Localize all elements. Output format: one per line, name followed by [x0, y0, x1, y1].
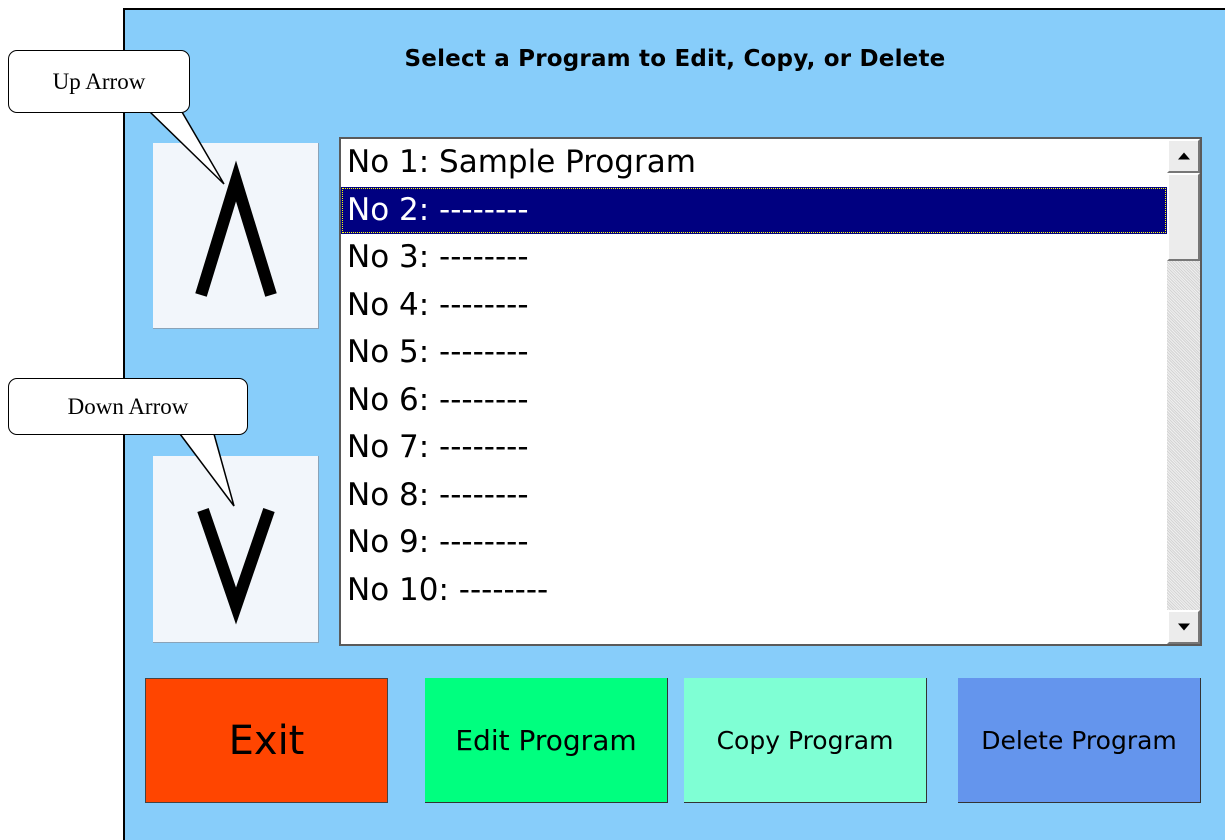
program-list-item[interactable]: No 9: -------- [341, 519, 1167, 567]
exit-button[interactable]: Exit [145, 678, 388, 803]
up-arrow-icon [195, 160, 277, 297]
down-arrow-callout-label: Down Arrow [67, 393, 189, 419]
screen-title: Select a Program to Edit, Copy, or Delet… [404, 46, 946, 72]
program-list-item[interactable]: No 10: -------- [341, 567, 1167, 615]
triangle-down-icon [1177, 623, 1190, 631]
triangle-up-icon [1177, 152, 1190, 160]
edit-program-button[interactable]: Edit Program [425, 678, 668, 803]
program-list-item[interactable]: No 6: -------- [341, 377, 1167, 425]
delete-program-button[interactable]: Delete Program [958, 678, 1201, 803]
program-list-item[interactable]: No 4: -------- [341, 282, 1167, 330]
scroll-up-button[interactable] [153, 143, 319, 329]
program-list: No 1: Sample Program No 2: -------- No 3… [341, 139, 1167, 614]
program-list-item[interactable]: No 3: -------- [341, 234, 1167, 282]
program-list-item[interactable]: No 7: -------- [341, 424, 1167, 472]
program-select-screen: Select a Program to Edit, Copy, or Delet… [123, 8, 1225, 840]
up-arrow-callout: Up Arrow [8, 50, 190, 113]
program-listbox[interactable]: No 1: Sample Program No 2: -------- No 3… [339, 137, 1202, 646]
program-list-item[interactable]: No 1: Sample Program [341, 139, 1167, 187]
copy-program-button[interactable]: Copy Program [684, 678, 927, 803]
scrollbar-down-button[interactable] [1167, 610, 1200, 644]
scrollbar-thumb[interactable] [1167, 173, 1200, 261]
down-arrow-callout: Down Arrow [8, 378, 248, 435]
scrollbar-up-button[interactable] [1167, 139, 1200, 173]
up-arrow-callout-label: Up Arrow [52, 68, 146, 94]
program-list-item[interactable]: No 8: -------- [341, 472, 1167, 520]
program-list-item[interactable]: No 5: -------- [341, 329, 1167, 377]
down-arrow-icon [197, 508, 275, 625]
program-list-item[interactable]: No 2: -------- [341, 186, 1167, 234]
list-scrollbar[interactable] [1167, 139, 1200, 644]
scroll-down-button[interactable] [153, 456, 319, 643]
